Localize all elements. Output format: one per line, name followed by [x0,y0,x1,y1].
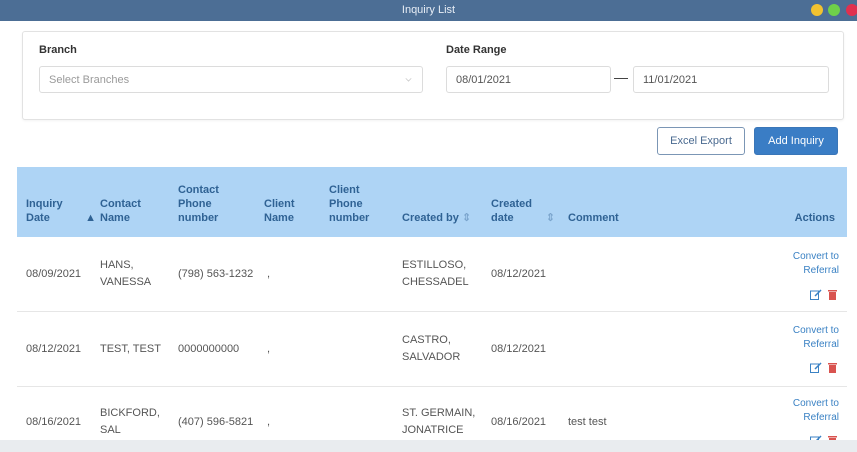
window-titlebar: Inquiry List [0,0,857,21]
cell-created-date: 08/12/2021 [491,343,547,355]
sort-icon: ⇕ [461,212,472,224]
window-title: Inquiry List [401,4,456,16]
cell-created-by: ST. GERMAIN, JONATRICE [402,407,476,436]
branch-select-placeholder: Select Branches [49,74,130,86]
table-row[interactable]: 08/09/2021 HANS, VANESSA (798) 563-1232 … [17,237,847,312]
cell-created-date: 08/12/2021 [491,268,547,280]
column-header-inquiry-date[interactable]: Inquiry Date ▲ [26,167,96,237]
cell-client-name: , [267,268,271,280]
table-row[interactable]: 08/12/2021 TEST, TEST 0000000000 , CASTR… [17,312,847,387]
cell-created-by: ESTILLOSO, CHESSADEL [402,259,469,288]
convert-to-referral-link[interactable]: Convert to Referral [769,250,839,278]
cell-contact-phone: (407) 596-5821 [178,416,254,428]
cell-contact-phone: (798) 563-1232 [178,268,254,280]
minimize-button[interactable] [811,4,823,16]
column-header-client-phone[interactable]: Client Phone number [329,167,385,237]
date-range-separator [614,78,628,79]
column-header-client-name[interactable]: Client Name [264,167,310,237]
sort-icon: ⇕ [545,212,555,224]
column-header-created-by[interactable]: Created by ⇕ [402,167,488,237]
date-range-label: Date Range [446,44,507,56]
branch-select[interactable]: Select Branches [39,66,423,93]
cell-inquiry-date: 08/12/2021 [26,343,82,355]
column-header-comment[interactable]: Comment [568,167,648,237]
cell-client-name: , [267,416,271,428]
delete-icon[interactable] [828,287,837,300]
excel-export-button[interactable]: Excel Export [657,127,745,155]
cell-comment: test test [568,416,607,428]
cell-contact-name: TEST, TEST [100,343,161,355]
date-from-input[interactable]: 08/01/2021 [446,66,611,93]
cell-created-by: CASTRO, SALVADOR [402,334,461,363]
convert-to-referral-link[interactable]: Convert to Referral [769,324,839,352]
filter-panel: Branch Select Branches Date Range 08/01/… [22,31,844,120]
convert-to-referral-link[interactable]: Convert to Referral [769,397,839,425]
delete-icon[interactable] [828,360,837,373]
cell-client-name: , [267,343,271,355]
cell-contact-name: HANS, VANESSA [100,259,152,288]
horizontal-scrollbar[interactable] [0,440,857,452]
cell-contact-name: BICKFORD, SAL [100,407,160,436]
column-header-created-date[interactable]: Created date ⇕ [491,167,555,237]
inquiry-table: Inquiry Date ▲ Contact Name Contact Phone… [17,167,847,452]
cell-inquiry-date: 08/16/2021 [26,416,82,428]
cell-inquiry-date: 08/09/2021 [26,268,82,280]
table-header: Inquiry Date ▲ Contact Name Contact Phone… [17,167,847,237]
sort-asc-icon: ▲ [85,212,96,224]
column-header-contact-phone[interactable]: Contact Phone number [178,167,254,237]
column-header-actions: Actions [794,212,835,224]
chevron-down-icon [405,75,412,82]
maximize-button[interactable] [828,4,840,16]
close-button[interactable] [846,4,857,16]
column-header-contact-name[interactable]: Contact Name [100,167,160,237]
edit-icon[interactable] [810,360,822,373]
cell-contact-phone: 0000000000 [178,343,240,355]
cell-created-date: 08/16/2021 [491,416,547,428]
branch-label: Branch [39,44,77,56]
edit-icon[interactable] [810,287,822,300]
add-inquiry-button[interactable]: Add Inquiry [754,127,838,155]
date-to-input[interactable]: 11/01/2021 [633,66,829,93]
